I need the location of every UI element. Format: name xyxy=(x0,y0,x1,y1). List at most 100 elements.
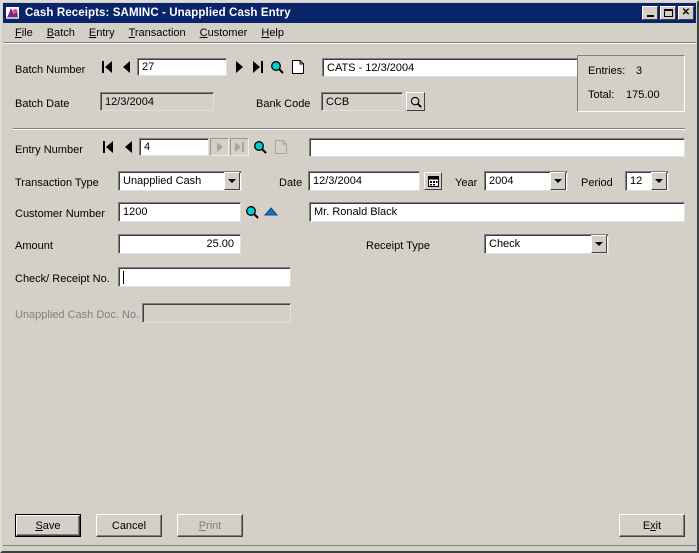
menu-entry-label: ntry xyxy=(96,26,115,39)
amount-input[interactable]: 25.00 xyxy=(118,234,241,254)
receipt-type-select[interactable]: Check xyxy=(484,234,609,254)
entry-description-input[interactable] xyxy=(309,138,685,157)
first-bar-icon xyxy=(103,141,105,153)
triangle-up-icon xyxy=(264,207,278,216)
menu-entry[interactable]: Entry xyxy=(82,25,122,41)
cancel-label: Cancel xyxy=(111,519,147,532)
minimize-button[interactable] xyxy=(642,6,658,20)
date-input[interactable]: 12/3/2004 xyxy=(308,171,420,191)
window-controls: ✕ xyxy=(642,6,694,20)
menu-bar: File Batch Entry Transaction Customer He… xyxy=(3,23,696,42)
first-arrow-icon xyxy=(106,141,113,153)
batch-new-document-button[interactable] xyxy=(289,58,307,76)
check-receipt-no-input[interactable] xyxy=(118,267,291,287)
exit-button[interactable]: Ex it xyxy=(619,514,685,537)
customer-finder-button[interactable] xyxy=(243,203,261,221)
period-dropdown-button[interactable] xyxy=(651,172,667,190)
batch-date-input: 12/3/2004 xyxy=(100,92,214,111)
menu-customer[interactable]: Customer xyxy=(193,25,255,41)
receipt-type-value: Check xyxy=(489,238,521,250)
batch-number-label: Batch Number xyxy=(15,64,86,76)
entry-number-input[interactable]: 4 xyxy=(139,138,209,156)
transaction-type-select[interactable]: Unapplied Cash xyxy=(118,171,242,191)
save-label: ave xyxy=(42,519,61,532)
receipt-type-label: Receipt Type xyxy=(366,240,431,252)
year-dropdown-button[interactable] xyxy=(550,172,566,190)
receipt-type-dropdown-button[interactable] xyxy=(591,235,607,253)
transaction-type-dropdown-button[interactable] xyxy=(224,172,240,190)
customer-number-input[interactable]: 1200 xyxy=(118,202,241,222)
batch-finder-button[interactable] xyxy=(268,58,286,76)
magnifier-icon xyxy=(271,61,284,74)
bank-code-finder-button[interactable] xyxy=(406,92,425,111)
menu-help-label: elp xyxy=(269,26,284,39)
batch-last-button[interactable] xyxy=(251,59,265,75)
next-arrow-icon xyxy=(235,61,243,73)
batch-previous-button[interactable] xyxy=(120,59,132,75)
calendar-button[interactable] xyxy=(424,172,442,190)
window-title: Cash Receipts: SAMINC - Unapplied Cash E… xyxy=(25,7,291,19)
year-label: Year xyxy=(455,177,478,189)
calendar-icon xyxy=(427,175,439,187)
menu-batch-label: atch xyxy=(54,26,75,39)
magnifier-icon xyxy=(246,206,259,219)
chevron-down-icon xyxy=(554,179,562,183)
document-icon xyxy=(275,140,287,154)
first-arrow-icon xyxy=(105,61,112,73)
bank-code-input: CCB xyxy=(321,92,403,111)
batch-date-label: Batch Date xyxy=(15,98,70,110)
entry-finder-button[interactable] xyxy=(251,138,269,156)
check-receipt-no-label: Check/ Receipt No. xyxy=(15,273,110,285)
menu-file[interactable]: File xyxy=(8,25,40,41)
cancel-button[interactable]: Cancel xyxy=(96,514,162,537)
menu-customer-label: ustomer xyxy=(207,26,248,39)
year-select[interactable]: 2004 xyxy=(484,171,568,191)
batch-summary-box: Entries: 3 Total: 175.00 xyxy=(577,55,685,112)
menu-file-accel: F xyxy=(15,26,22,39)
batch-number-input[interactable]: 27 xyxy=(137,58,227,76)
close-button[interactable]: ✕ xyxy=(678,6,694,20)
magnifier-icon xyxy=(410,96,422,108)
entry-first-button[interactable] xyxy=(101,139,115,155)
entry-previous-button[interactable] xyxy=(122,139,134,155)
amount-label: Amount xyxy=(15,240,53,252)
total-label: Total: xyxy=(588,89,615,101)
transaction-type-value: Unapplied Cash xyxy=(123,175,202,187)
title-bar: Cash Receipts: SAMINC - Unapplied Cash E… xyxy=(3,3,696,23)
maximize-button[interactable] xyxy=(660,6,676,20)
unapplied-cash-doc-no-input xyxy=(142,303,291,323)
batch-description-input[interactable]: CATS - 12/3/2004 xyxy=(322,58,602,77)
save-button[interactable]: Save xyxy=(15,514,81,537)
period-select[interactable]: 12 xyxy=(625,171,669,191)
last-bar-icon xyxy=(242,142,244,152)
menu-batch[interactable]: Batch xyxy=(40,25,82,41)
menu-transaction[interactable]: Transaction xyxy=(122,25,193,41)
save-accel: S xyxy=(35,519,43,532)
menu-batch-accel: B xyxy=(46,26,55,39)
period-label: Period xyxy=(581,177,613,189)
last-bar-icon xyxy=(261,61,263,73)
total-value: 175.00 xyxy=(626,89,660,101)
print-accel: P xyxy=(198,519,207,532)
customer-drilldown-button[interactable] xyxy=(262,203,280,221)
entries-label: Entries: xyxy=(588,65,626,77)
exit-pre: E xyxy=(642,519,651,532)
bank-code-label: Bank Code xyxy=(256,98,311,110)
entry-next-button xyxy=(210,138,229,156)
close-icon: ✕ xyxy=(681,7,691,18)
section-separator xyxy=(13,128,685,130)
date-label: Date xyxy=(279,177,303,189)
menu-help[interactable]: Help xyxy=(254,25,291,41)
magnifier-icon xyxy=(254,141,267,154)
entries-value: 3 xyxy=(636,65,643,77)
menu-customer-accel: C xyxy=(199,26,208,39)
batch-first-button[interactable] xyxy=(100,59,114,75)
chevron-down-icon xyxy=(655,179,663,183)
transaction-type-label: Transaction Type xyxy=(15,177,99,189)
window-bottom-strip xyxy=(3,545,696,551)
entry-number-label: Entry Number xyxy=(15,144,83,156)
application-window: Cash Receipts: SAMINC - Unapplied Cash E… xyxy=(0,0,699,553)
customer-name-input[interactable]: Mr. Ronald Black xyxy=(309,202,685,222)
period-value: 12 xyxy=(630,175,643,187)
batch-next-button[interactable] xyxy=(233,59,245,75)
